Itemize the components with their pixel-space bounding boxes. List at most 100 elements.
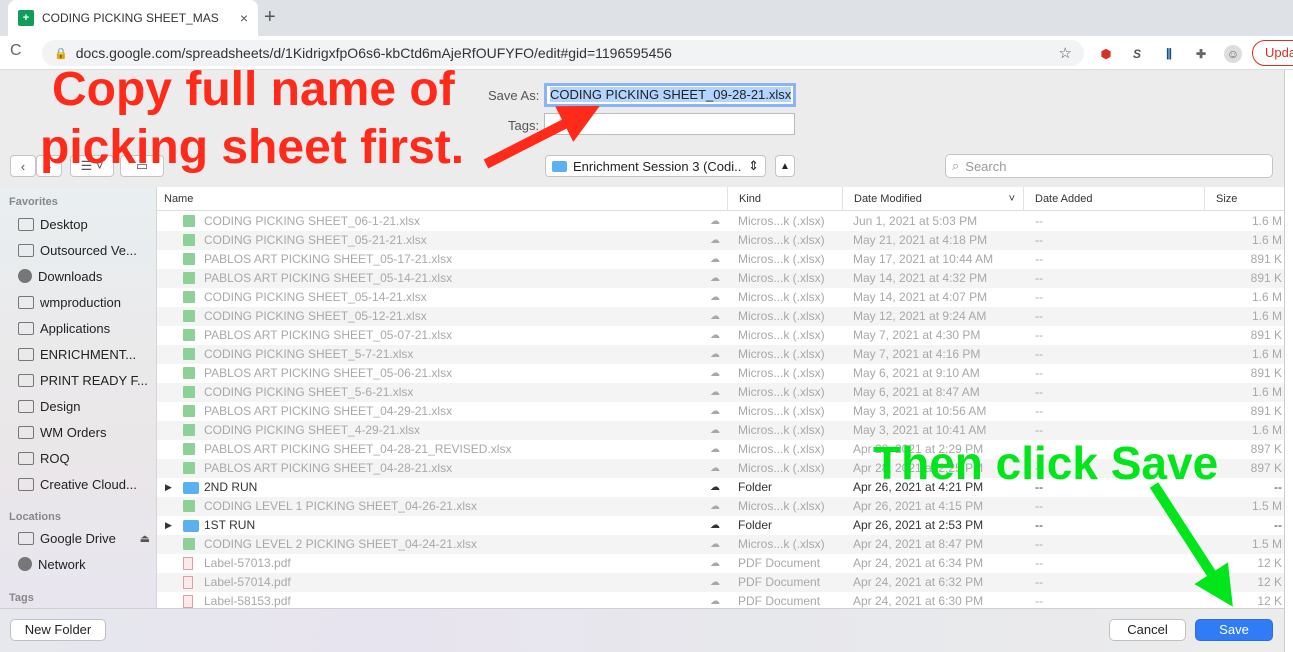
file-kind: Micros...k (.xlsx) [738,309,825,323]
puzzle-extensions-icon[interactable]: ✚ [1192,45,1210,63]
file-row: CODING PICKING SHEET_05-12-21.xlsx ☁ Micro… [157,307,1284,326]
folder-icon [18,373,34,387]
file-date-modified: May 17, 2021 at 10:44 AM [853,252,994,266]
sidebar-item-favorite[interactable]: WM Orders [18,421,150,443]
sidebar-item-favorite[interactable]: ROQ [18,447,150,469]
disclosure-triangle-icon[interactable]: ▶ [165,516,179,535]
sidebar-item-network[interactable]: Network [18,553,150,575]
applications-icon [18,321,34,335]
tab-title: CODING PICKING SHEET_MAS [42,11,219,25]
file-name: PABLOS ART PICKING SHEET_04-29-21.xlsx [204,404,453,418]
file-size: 1.6 M [1251,233,1282,247]
annotation-copy-line2: picking sheet first. [40,121,465,174]
location-select[interactable]: Enrichment Session 3 (Codi... ⇕ [545,155,766,177]
browser-tab[interactable]: + CODING PICKING SHEET_MAS × [8,0,258,36]
file-date-added: -- [1035,575,1043,589]
file-row: CODING PICKING SHEET_05-14-21.xlsx ☁ Micro… [157,288,1284,307]
cloud-icon: ☁ [710,444,720,455]
save-as-value[interactable]: CODING PICKING SHEET_09-28-21.xlsx [550,87,792,102]
url-text[interactable]: docs.google.com/spreadsheets/d/1Kidrigxf… [76,45,1051,61]
folder-icon [18,425,34,439]
file-name: CODING PICKING SHEET_05-14-21.xlsx [204,290,427,304]
file-type-glyph [183,500,195,512]
file-name: Label-57013.pdf [204,556,291,570]
sidebar-item-favorite[interactable]: PRINT READY F... [18,369,150,391]
file-row: CODING PICKING SHEET_05-21-21.xlsx ☁ Micro… [157,231,1284,250]
sidebar-item-label: Downloads [38,268,103,284]
cancel-button[interactable]: Cancel [1109,619,1186,641]
profile-avatar-icon[interactable]: ☺ [1224,45,1242,63]
network-icon [18,557,32,571]
save-button[interactable]: Save [1195,619,1273,641]
lock-icon[interactable]: 🔒 [54,47,68,60]
sidebar-item-favorite[interactable]: wmproduction [18,291,150,313]
sidebar: Favorites Desktop Outsourced Ve... Downloa… [0,187,157,608]
file-kind: PDF Document [738,556,821,570]
new-tab-button[interactable]: + [264,6,276,29]
drive-icon [18,531,34,545]
file-row: Label-57013.pdf ☁ PDF Document Apr 24, 2021… [157,554,1284,573]
file-list[interactable]: Name Kind Date Modified ˅ Date Added Size… [157,187,1284,608]
cloud-icon: ☁ [710,330,720,341]
pdf-file-icon [183,573,199,592]
folder-icon [18,243,34,257]
sidebar-item-favorite[interactable]: Applications [18,317,150,339]
sidebar-item-google-drive[interactable]: Google Drive ⏏ [18,527,150,549]
save-as-field[interactable]: CODING PICKING SHEET_09-28-21.xlsx [544,83,796,107]
file-date-added: -- [1035,271,1043,285]
file-type-glyph [183,310,195,322]
file-row: CODING LEVEL 1 PICKING SHEET_04-26-21.xl… [157,497,1284,516]
xlsx-file-icon [183,497,199,516]
adblock-extension-icon[interactable]: ⬢ [1097,45,1115,63]
file-date-modified: May 7, 2021 at 4:16 PM [853,347,981,361]
file-date-modified: May 14, 2021 at 4:32 PM [853,271,988,285]
sidebar-item-favorite[interactable]: Downloads [18,265,150,287]
new-folder-button[interactable]: New Folder [10,619,106,641]
close-tab-icon[interactable]: × [240,10,248,26]
file-kind: Micros...k (.xlsx) [738,347,825,361]
file-row: PABLOS ART PICKING SHEET_05-17-21.xlsx ☁ M… [157,250,1284,269]
reload-icon[interactable]: C [10,42,22,60]
cloud-icon: ☁ [710,235,720,246]
disclosure-triangle-icon[interactable]: ▶ [165,478,179,497]
collapse-button[interactable]: ▲ [775,155,795,177]
column-kind-header[interactable]: Kind [732,187,843,211]
sidebar-item-label: wmproduction [40,294,121,310]
bookmark-star-icon[interactable]: ☆ [1059,44,1072,62]
folder-row[interactable]: ▶ 1ST RUN ☁ Folder Apr 26, 2021 at 2:53 PM --… [157,516,1284,535]
file-date-added: -- [1035,290,1043,304]
cloud-icon: ☁ [710,406,720,417]
s-extension-icon[interactable]: S [1128,45,1146,63]
file-type-glyph [183,291,195,303]
search-field[interactable]: ⌕ Search [945,154,1273,178]
file-kind: Micros...k (.xlsx) [738,423,825,437]
cloud-icon: ☁ [710,596,720,607]
column-size-header[interactable]: Size [1209,187,1284,211]
column-name-header[interactable]: Name [157,187,728,211]
bars-extension-icon[interactable]: ⫼ [1160,45,1178,63]
tags-field[interactable] [544,113,795,135]
cloud-icon: ☁ [710,292,720,303]
sidebar-item-favorite[interactable]: Creative Cloud... [18,473,150,495]
back-button[interactable]: ‹ [10,155,36,177]
sidebar-item-label: Outsourced Ve... [40,242,137,258]
sidebar-item-favorite[interactable]: Desktop [18,213,150,235]
file-row: Label-58153.pdf ☁ PDF Document Apr 24, 2021… [157,592,1284,608]
column-date-modified-header[interactable]: Date Modified ˅ [847,187,1024,211]
eject-icon[interactable]: ⏏ [140,532,150,545]
column-date-added-header[interactable]: Date Added [1028,187,1205,211]
update-button[interactable]: Upda [1252,40,1293,66]
sidebar-item-favorite[interactable]: Outsourced Ve... [18,239,150,261]
file-name: CODING PICKING SHEET_05-21-21.xlsx [204,233,427,247]
xlsx-file-icon [183,250,199,269]
file-row: PABLOS ART PICKING SHEET_04-29-21.xlsx ☁ M… [157,402,1284,421]
home-icon [18,295,34,309]
sidebar-item-label: PRINT READY F... [40,372,148,388]
sidebar-item-label: Desktop [40,216,88,232]
sidebar-item-label: WM Orders [40,424,107,440]
tags-header: Tags [9,592,34,604]
sidebar-item-label: ENRICHMENT... [40,346,137,362]
sidebar-item-favorite[interactable]: ENRICHMENT... [18,343,150,365]
file-size: 891 K [1250,252,1282,266]
sidebar-item-favorite[interactable]: Design [18,395,150,417]
